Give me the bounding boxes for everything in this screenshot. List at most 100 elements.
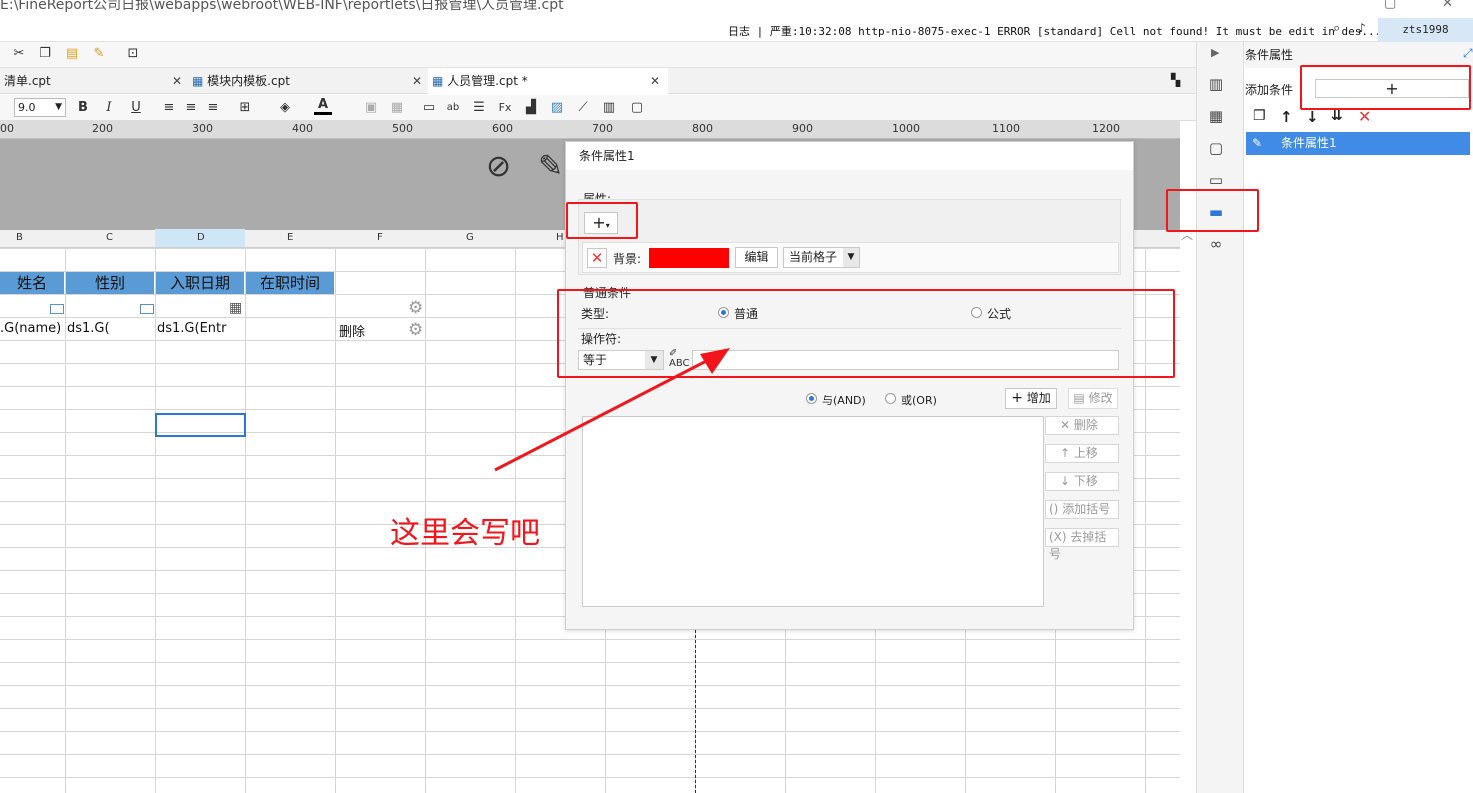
align-left-icon[interactable]: ≡ xyxy=(160,99,178,117)
italic-icon[interactable]: I xyxy=(100,99,118,117)
add-paren-button[interactable]: () 添加括号 xyxy=(1045,500,1119,519)
sub-report-icon[interactable]: ▥ xyxy=(600,99,618,117)
cell-gender[interactable]: ds1.G( xyxy=(67,321,155,336)
column-label[interactable]: H xyxy=(556,232,564,243)
arrow-down-icon[interactable]: ↓ xyxy=(1306,108,1319,126)
bold-icon[interactable]: B xyxy=(74,99,92,117)
modify-button[interactable]: ▤ 修改 xyxy=(1068,388,1118,409)
close-tab-icon[interactable]: ✕ xyxy=(412,68,422,94)
tab-module-template[interactable]: ▦ 模块内模板.cpt ✕ xyxy=(188,68,426,94)
condition-item[interactable]: ✎ 条件属性1 xyxy=(1246,132,1470,155)
header-cell-tenure[interactable]: 在职时间 xyxy=(246,272,335,294)
or-radio[interactable] xyxy=(885,393,896,404)
column-label[interactable]: B xyxy=(16,232,23,243)
and-radio[interactable] xyxy=(806,393,817,404)
column-label[interactable]: F xyxy=(377,232,383,243)
user-name[interactable]: zts1998 xyxy=(1378,18,1473,42)
delete-icon: ✕ xyxy=(1060,418,1071,432)
tab-qingdan[interactable]: 清单.cpt ✕ xyxy=(0,68,185,94)
edit-button[interactable]: 编辑 xyxy=(735,247,778,268)
delete-button[interactable]: ✕ 删除 xyxy=(1045,416,1119,435)
pencil-icon[interactable]: ✎ xyxy=(538,149,563,184)
font-size-select[interactable]: 9.0 ▼ xyxy=(14,98,66,117)
preview-icon[interactable]: ⊡ xyxy=(124,45,142,63)
maximize-icon[interactable]: ▢ xyxy=(1384,0,1396,11)
annotation-text: 这里会写吧 xyxy=(390,516,540,551)
align-right-icon[interactable]: ≡ xyxy=(204,99,222,117)
chart-icon[interactable]: ▟ xyxy=(522,99,540,117)
search-icon[interactable]: ⌕ xyxy=(1333,21,1340,36)
font-size-value: 9.0 xyxy=(18,101,36,114)
background-color-swatch[interactable] xyxy=(649,248,729,268)
column-label[interactable]: C xyxy=(106,232,113,243)
paste-icon[interactable]: ▤ xyxy=(63,45,81,63)
modify-button-label: 修改 xyxy=(1088,391,1113,405)
form-widget-icon[interactable]: ▭ xyxy=(1206,170,1226,190)
save-icon: ▤ xyxy=(1073,391,1085,405)
paren-icon: () xyxy=(1049,502,1059,516)
cell-entry-date[interactable]: ds1.G(Entr xyxy=(157,321,245,336)
arrow-up-icon[interactable]: ↑ xyxy=(1280,108,1293,126)
header-cell-name[interactable]: 姓名 xyxy=(0,272,65,294)
gear-icon[interactable]: ⚙ xyxy=(408,320,423,340)
formula-icon[interactable]: Fx xyxy=(496,99,514,117)
copy-icon[interactable]: ❐ xyxy=(36,45,54,63)
fill-color-icon[interactable]: ◈ xyxy=(276,99,294,117)
merge-cells-icon[interactable]: ▣ xyxy=(362,99,380,117)
cell-name[interactable]: .G(name) xyxy=(0,321,65,336)
add-button[interactable]: + 增加 xyxy=(1005,388,1057,409)
format-brush-icon[interactable]: ✎ xyxy=(90,45,108,63)
plus-icon: + xyxy=(1011,390,1023,406)
tab-menu-icon[interactable]: ▚ xyxy=(1171,73,1180,87)
border-icon[interactable]: ⊞ xyxy=(236,99,254,117)
align-center-icon[interactable]: ≡ xyxy=(182,99,200,117)
ruler-label: 800 xyxy=(692,122,713,135)
hyperlink-icon[interactable]: ∞ xyxy=(1206,234,1226,254)
rich-text-icon[interactable]: ☰ xyxy=(470,99,488,117)
cell-delete[interactable]: 删除 xyxy=(339,321,399,340)
page-break-line xyxy=(695,630,696,793)
sort-icon[interactable]: ⇊ xyxy=(1331,108,1343,124)
close-tab-icon[interactable]: ✕ xyxy=(650,68,660,94)
eye-slash-icon[interactable]: ⊘ xyxy=(486,149,511,184)
remove-property-icon[interactable]: ✕ xyxy=(587,248,607,268)
scissors-icon[interactable]: ✂ xyxy=(10,45,28,63)
move-down-button[interactable]: ↓ 下移 xyxy=(1045,472,1119,491)
more-icon[interactable]: ▢ xyxy=(628,99,646,117)
underline-icon[interactable]: U xyxy=(127,99,145,117)
ruler-label: 300 xyxy=(192,122,213,135)
slash-icon[interactable]: ⟋ xyxy=(574,99,592,117)
cell-attribute-icon[interactable]: ▦ xyxy=(1206,106,1226,126)
split-cells-icon[interactable]: ▦ xyxy=(388,99,406,117)
header-cell-gender[interactable]: 性别 xyxy=(66,272,155,294)
tab-personnel[interactable]: ▦ 人员管理.cpt * ✕ xyxy=(428,68,668,94)
selected-cell[interactable] xyxy=(155,413,246,437)
text-ab-icon[interactable]: ab xyxy=(444,99,462,117)
or-label: 或(OR) xyxy=(901,394,937,407)
gear-icon[interactable]: ⚙ xyxy=(408,298,423,318)
collapse-right-icon[interactable]: ▶ xyxy=(1211,46,1219,59)
column-label[interactable]: D xyxy=(197,232,205,243)
log-message[interactable]: 日志 | 严重:10:32:08 http-nio-8075-exec-1 ER… xyxy=(728,23,1381,39)
column-label[interactable]: G xyxy=(466,232,474,243)
cell-element-icon[interactable]: ▥ xyxy=(1206,74,1226,94)
close-tab-icon[interactable]: ✕ xyxy=(172,68,182,94)
widget-icon[interactable]: ▢ xyxy=(1206,138,1226,158)
close-window-icon[interactable]: ✕ xyxy=(1442,0,1453,11)
image-icon[interactable]: ▨ xyxy=(548,99,566,117)
font-color-icon[interactable]: A xyxy=(314,98,332,115)
bell-icon[interactable]: ♪ xyxy=(1358,21,1366,35)
header-cell-entry-date[interactable]: 入职日期 xyxy=(156,272,245,294)
ruler-label: 200 xyxy=(92,122,113,135)
ruler-label: 700 xyxy=(592,122,613,135)
remove-paren-button[interactable]: (X) 去掉括号 xyxy=(1045,528,1119,561)
expand-icon[interactable]: ⤢ xyxy=(1463,46,1473,61)
copy-icon[interactable]: ❐ xyxy=(1253,108,1266,124)
dialog-title: 条件属性1 xyxy=(566,142,1133,170)
widget-marker-icon xyxy=(140,304,154,314)
move-up-button[interactable]: ↑ 上移 xyxy=(1045,444,1119,463)
text-field-icon[interactable]: ▭ xyxy=(420,99,438,117)
scope-select[interactable]: 当前格子 ▼ xyxy=(783,247,860,268)
column-label[interactable]: E xyxy=(287,232,293,243)
tab-label: 人员管理.cpt * xyxy=(447,74,528,88)
